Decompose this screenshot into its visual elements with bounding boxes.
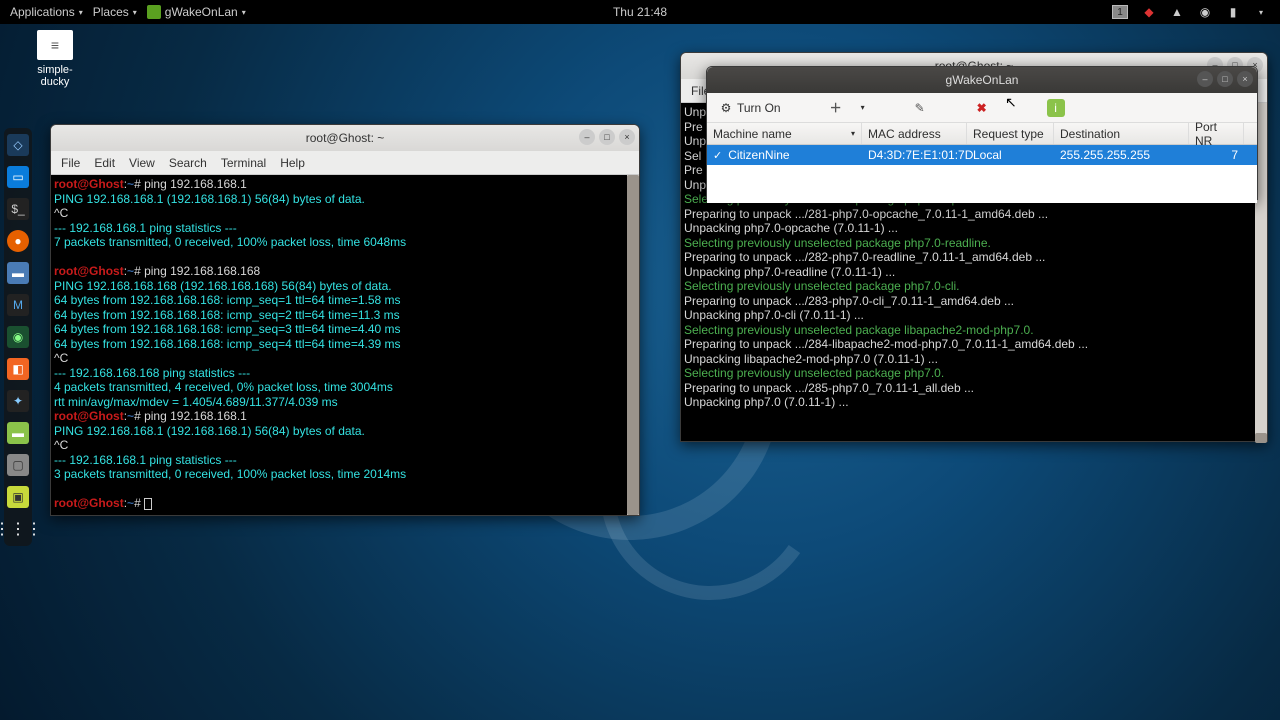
gwol-table-header: Machine name▾ MAC address Request type D… bbox=[707, 123, 1257, 145]
gwakeonlan-icon bbox=[147, 5, 161, 19]
text-file-icon: ≡ bbox=[37, 30, 73, 60]
system-menu[interactable]: ▾ bbox=[1254, 5, 1268, 19]
add-button[interactable]: ＋ bbox=[825, 99, 847, 117]
menu-help[interactable]: Help bbox=[280, 156, 305, 170]
close-button[interactable]: × bbox=[619, 129, 635, 145]
gnome-topbar: Applications▾ Places▾ gWakeOnLan▾ Thu 21… bbox=[0, 0, 1280, 24]
dock-app-1[interactable]: ◇ bbox=[7, 134, 29, 156]
about-button[interactable]: i bbox=[1043, 97, 1069, 119]
sort-desc-icon: ▾ bbox=[851, 129, 855, 138]
delete-button[interactable]: ✖ bbox=[971, 99, 993, 117]
show-apps[interactable]: ⋮⋮⋮ bbox=[7, 518, 29, 540]
dock-files[interactable]: ▬ bbox=[7, 262, 29, 284]
minimize-button[interactable]: – bbox=[1197, 71, 1213, 87]
workspace-indicator[interactable]: 1 bbox=[1112, 5, 1128, 19]
gwakeonlan-window: gWakeOnLan – □ × ⚙ Turn On ＋ ▾ ✎ ✖ i Mac… bbox=[706, 66, 1258, 200]
col-port-nr[interactable]: Port NR bbox=[1189, 123, 1244, 144]
menu-terminal[interactable]: Terminal bbox=[221, 156, 266, 170]
table-row[interactable]: ✓CitizenNine D4:3D:7E:E1:01:7D Local 255… bbox=[707, 145, 1257, 165]
plus-icon: ＋ bbox=[829, 101, 843, 115]
terminal-cursor bbox=[144, 498, 152, 510]
gear-icon: ⚙ bbox=[719, 101, 733, 115]
dock-maltego[interactable]: ✦ bbox=[7, 390, 29, 412]
menu-edit[interactable]: Edit bbox=[94, 156, 115, 170]
dock-metasploit[interactable]: M bbox=[7, 294, 29, 316]
dock-app-2[interactable]: ▭ bbox=[7, 166, 29, 188]
desktop-icon-label: simple-ducky bbox=[30, 64, 80, 88]
delete-x-icon: ✖ bbox=[975, 101, 989, 115]
dock-terminal[interactable]: $_ bbox=[7, 198, 29, 220]
close-button[interactable]: × bbox=[1237, 71, 1253, 87]
menu-file[interactable]: File bbox=[61, 156, 80, 170]
maximize-button[interactable]: □ bbox=[1217, 71, 1233, 87]
col-mac-address[interactable]: MAC address bbox=[862, 123, 967, 144]
dock-app-10[interactable]: ▢ bbox=[7, 454, 29, 476]
pencil-icon: ✎ bbox=[913, 101, 927, 115]
dock: ◇ ▭ $_ ● ▬ M ◉ ◧ ✦ ▬ ▢ ▣ ⋮⋮⋮ bbox=[4, 128, 32, 546]
dock-armitage[interactable]: ◉ bbox=[7, 326, 29, 348]
terminal1-scrollbar[interactable] bbox=[627, 175, 639, 515]
terminal1-menubar: File Edit View Search Terminal Help bbox=[51, 151, 639, 175]
dock-burp[interactable]: ◧ bbox=[7, 358, 29, 380]
col-request-type[interactable]: Request type bbox=[967, 123, 1054, 144]
terminal1-body[interactable]: root@Ghost:~# ping 192.168.168.1 PING 19… bbox=[51, 175, 639, 515]
dock-app-11[interactable]: ▣ bbox=[7, 486, 29, 508]
menu-view[interactable]: View bbox=[129, 156, 155, 170]
battery-icon[interactable]: ▮ bbox=[1226, 5, 1240, 19]
info-icon: i bbox=[1047, 99, 1065, 117]
minimize-button[interactable]: – bbox=[579, 129, 595, 145]
col-destination[interactable]: Destination bbox=[1054, 123, 1189, 144]
network-icon[interactable]: ▲ bbox=[1170, 5, 1184, 19]
gwol-toolbar: ⚙ Turn On ＋ ▾ ✎ ✖ i bbox=[707, 93, 1257, 123]
dock-notes[interactable]: ▬ bbox=[7, 422, 29, 444]
gwol-titlebar[interactable]: gWakeOnLan – □ × bbox=[707, 67, 1257, 93]
recording-icon[interactable]: ◆ bbox=[1142, 5, 1156, 19]
turn-on-button[interactable]: ⚙ Turn On bbox=[715, 99, 785, 117]
edit-button[interactable]: ✎ bbox=[909, 99, 931, 117]
mouse-cursor: ↖ bbox=[1005, 94, 1017, 111]
maximize-button[interactable]: □ bbox=[599, 129, 615, 145]
menu-search[interactable]: Search bbox=[169, 156, 207, 170]
applications-menu[interactable]: Applications▾ bbox=[10, 5, 83, 19]
gwol-table-body: ✓CitizenNine D4:3D:7E:E1:01:7D Local 255… bbox=[707, 145, 1257, 203]
active-app-chip[interactable]: gWakeOnLan▾ bbox=[147, 5, 246, 19]
dock-firefox[interactable]: ● bbox=[7, 230, 29, 252]
wifi-icon[interactable]: ◉ bbox=[1198, 5, 1212, 19]
clock[interactable]: Thu 21:48 bbox=[613, 5, 667, 19]
terminal-window-1: root@Ghost: ~ – □ × File Edit View Searc… bbox=[50, 124, 640, 516]
desktop-icon-simple-ducky[interactable]: ≡ simple-ducky bbox=[30, 30, 80, 88]
places-menu[interactable]: Places▾ bbox=[93, 5, 137, 19]
add-dropdown[interactable]: ▾ bbox=[857, 101, 869, 114]
check-icon: ✓ bbox=[713, 150, 722, 162]
col-machine-name[interactable]: Machine name▾ bbox=[707, 123, 862, 144]
terminal1-titlebar[interactable]: root@Ghost: ~ – □ × bbox=[51, 125, 639, 151]
